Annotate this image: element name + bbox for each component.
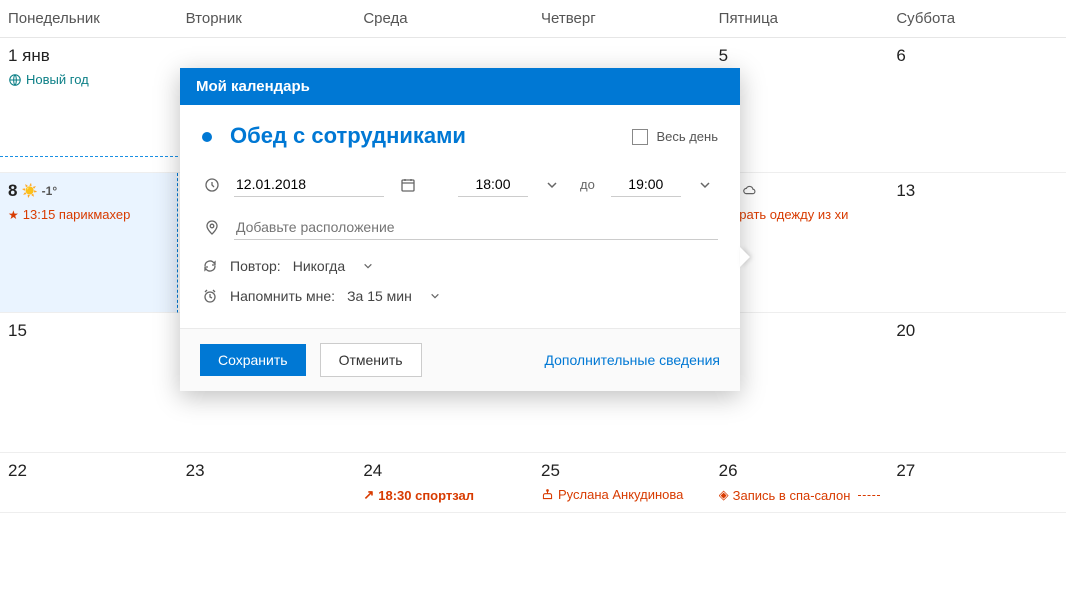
cell-date: 15 <box>8 321 170 341</box>
repeat-label: Повтор: <box>230 258 281 274</box>
location-icon <box>202 220 222 236</box>
diamond-icon: ◈ <box>719 487 729 503</box>
chevron-down-icon[interactable] <box>424 291 446 301</box>
location-input[interactable] <box>234 215 718 240</box>
remind-value[interactable]: За 15 мин <box>347 288 412 304</box>
event-dialog: Мой календарь Весь день до <box>180 68 740 391</box>
cancel-button[interactable]: Отменить <box>320 343 422 377</box>
end-time-input[interactable] <box>611 172 681 197</box>
calendar-cell[interactable]: 15 <box>0 313 178 453</box>
dialog-pointer <box>740 247 750 267</box>
globe-icon <box>8 73 22 87</box>
day-header: Пятница <box>711 0 889 38</box>
calendar-event[interactable]: Новый год <box>8 72 170 87</box>
chevron-down-icon[interactable] <box>357 261 379 271</box>
trailing-line <box>858 495 880 496</box>
day-header: Среда <box>355 0 533 38</box>
cell-date: 24 <box>363 461 525 481</box>
calendar-cell[interactable]: 24 ↗ 18:30 спортзал <box>355 453 533 513</box>
event-title-input[interactable] <box>230 123 616 150</box>
dialog-title: Мой календарь <box>180 68 740 105</box>
cell-date: 13 <box>896 181 1058 201</box>
cell-date-number: 8 <box>8 181 17 201</box>
event-label: 13:15 парикмахер <box>23 207 131 222</box>
cell-date: 22 <box>8 461 170 481</box>
calendar-event[interactable]: ◈ Запись в спа-салон <box>719 487 881 503</box>
cell-date: 20 <box>896 321 1058 341</box>
event-label: Руслана Анкудинова <box>558 487 683 502</box>
calendar-event[interactable]: ★ 13:15 парикмахер <box>8 207 169 222</box>
chevron-down-icon[interactable] <box>693 179 717 191</box>
more-details-link[interactable]: Дополнительные сведения <box>544 352 720 368</box>
allday-checkbox[interactable]: Весь день <box>632 129 718 145</box>
calendar-cell[interactable]: 26 ◈ Запись в спа-салон <box>711 453 889 513</box>
cell-date: 12 <box>719 181 881 201</box>
reminder-icon <box>202 288 218 304</box>
calendar-event[interactable]: Руслана Анкудинова <box>541 487 703 502</box>
start-time-input[interactable] <box>458 172 528 197</box>
calendar-cell-today[interactable]: 8 ☀️ -1° ★ 13:15 парикмахер <box>0 173 178 313</box>
cell-date: 5 <box>719 46 881 66</box>
day-header: Четверг <box>533 0 711 38</box>
cell-date: 8 ☀️ -1° <box>8 181 169 201</box>
save-button[interactable]: Сохранить <box>200 344 306 376</box>
cell-date: 27 <box>896 461 1058 481</box>
event-label: Новый год <box>26 72 89 87</box>
date-input[interactable] <box>234 172 384 197</box>
checkbox-icon <box>632 129 648 145</box>
category-dot-icon <box>202 132 212 142</box>
chevron-down-icon[interactable] <box>540 179 564 191</box>
weather-temp: -1° <box>42 184 57 198</box>
cell-date: 19 <box>719 321 881 341</box>
day-header: Понедельник <box>0 0 178 38</box>
calendar-cell[interactable]: 22 <box>0 453 178 513</box>
event-label: 18:30 спортзал <box>378 488 474 503</box>
calendar-picker-icon[interactable] <box>396 177 420 193</box>
day-header: Вторник <box>178 0 356 38</box>
event-label: Запись в спа-салон <box>733 488 851 503</box>
cell-date: 25 <box>541 461 703 481</box>
calendar-cell[interactable]: 27 <box>888 453 1066 513</box>
to-label: до <box>580 177 595 192</box>
sun-cloud-icon: ☀️ <box>21 183 37 199</box>
calendar-cell[interactable]: 13 <box>888 173 1066 313</box>
cloud-icon <box>742 184 756 198</box>
calendar-cell[interactable]: 25 Руслана Анкудинова <box>533 453 711 513</box>
day-header: Суббота <box>888 0 1066 38</box>
calendar-event[interactable]: ↗ 18:30 спортзал <box>363 487 525 503</box>
repeat-icon <box>202 258 218 274</box>
repeat-value[interactable]: Никогда <box>293 258 345 274</box>
cell-date: 6 <box>896 46 1058 66</box>
remind-label: Напомнить мне: <box>230 288 335 304</box>
calendar-cell[interactable]: 6 <box>888 38 1066 173</box>
calendar-cell[interactable]: 20 <box>888 313 1066 453</box>
calendar-cell[interactable]: 23 <box>178 453 356 513</box>
allday-label: Весь день <box>656 129 718 144</box>
star-icon: ★ <box>8 208 19 222</box>
clock-icon <box>202 177 222 193</box>
calendar-cell[interactable]: 1 янв Новый год <box>0 38 178 173</box>
cell-date: 1 янв <box>8 46 170 66</box>
cell-date: 26 <box>719 461 881 481</box>
cake-icon <box>541 488 554 501</box>
dotted-divider <box>0 156 178 157</box>
calendar-event[interactable]: забрать одежду из хи <box>719 207 881 222</box>
cell-date: 23 <box>186 461 348 481</box>
arrows-icon: ↗ <box>363 487 374 503</box>
